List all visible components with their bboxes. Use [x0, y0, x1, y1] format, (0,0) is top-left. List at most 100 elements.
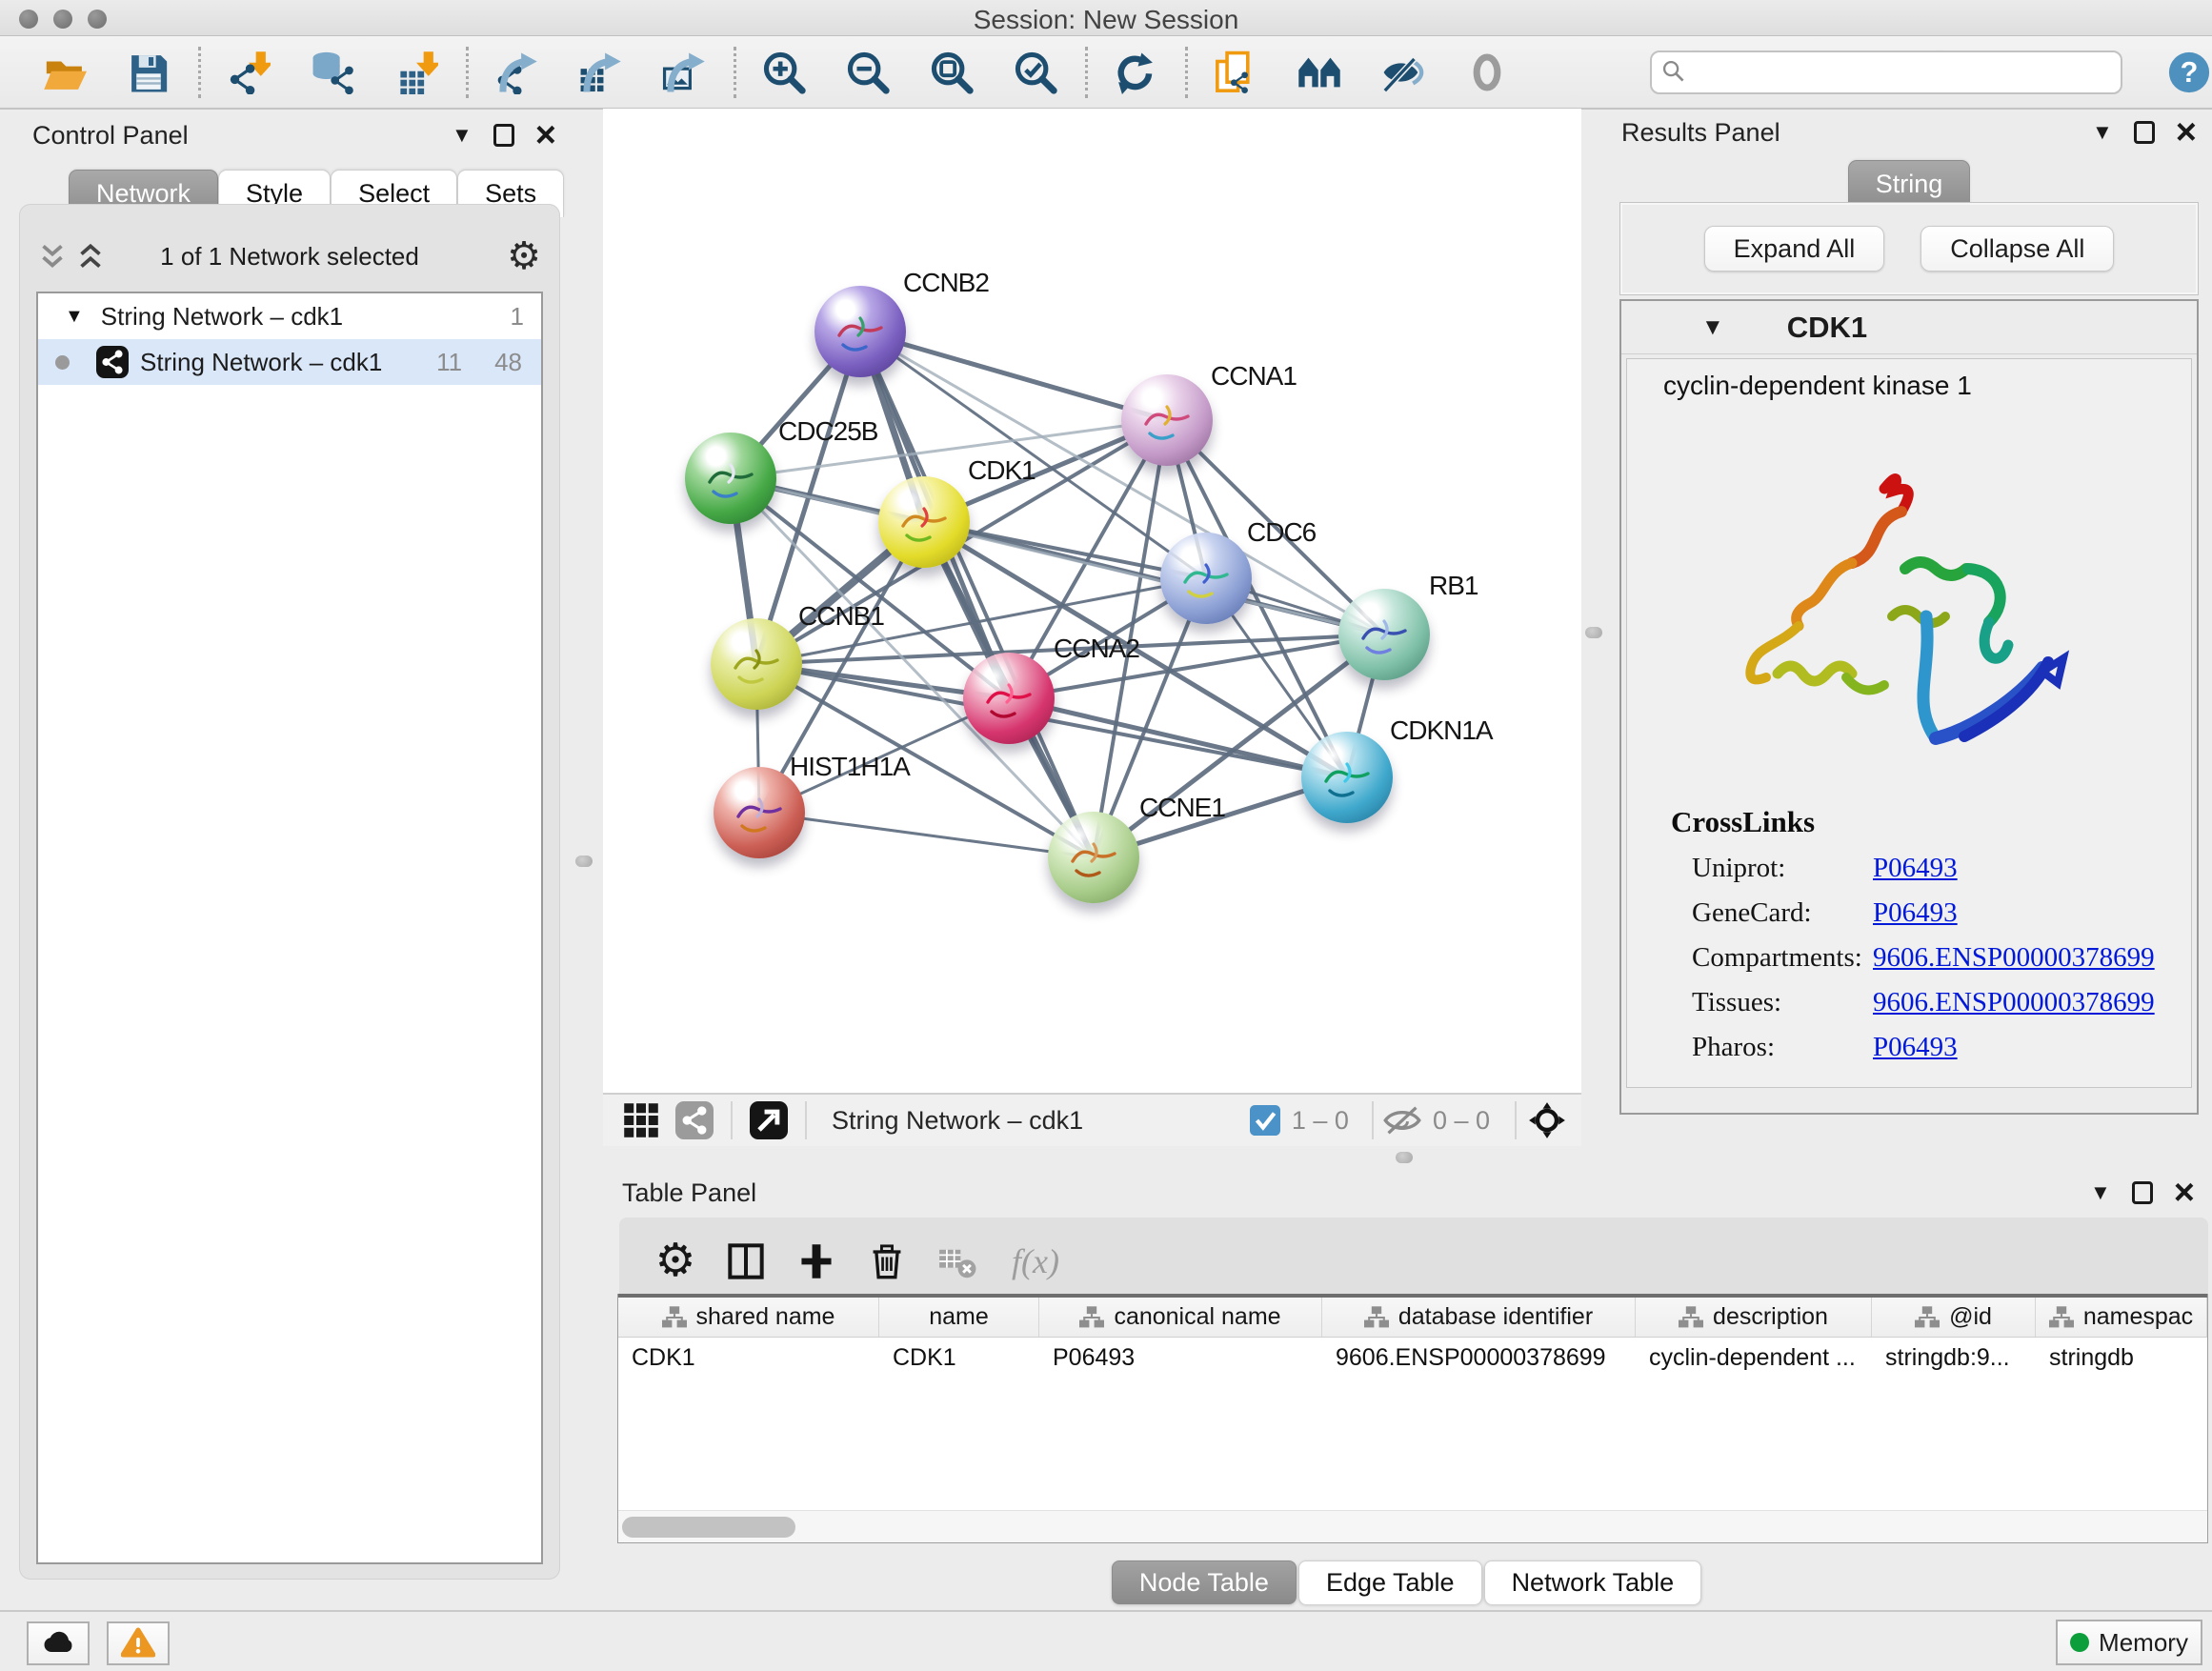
column-header-name[interactable]: name — [879, 1298, 1039, 1337]
splitter-handle[interactable] — [1396, 1152, 1413, 1163]
network-collection-row[interactable]: ▼ String Network – cdk1 1 — [38, 293, 541, 339]
table-gear-icon[interactable]: ⚙ — [654, 1239, 697, 1283]
network-row-selected[interactable]: String Network – cdk1 11 48 — [38, 339, 541, 385]
open-in-window-icon[interactable] — [750, 1101, 788, 1139]
import-network-button[interactable] — [226, 50, 271, 95]
collapse-all-button[interactable]: Collapse All — [1920, 226, 2114, 272]
network-node-CCNE1[interactable] — [1048, 812, 1139, 903]
network-node-CDK1[interactable] — [878, 476, 970, 568]
network-node-CDKN1A[interactable] — [1301, 732, 1393, 823]
export-image-button[interactable] — [661, 50, 707, 95]
scrollbar-thumb[interactable] — [622, 1517, 795, 1538]
crosslink-link[interactable]: 9606.ENSP00000378699 — [1873, 942, 2155, 974]
network-node-CCNA2[interactable] — [963, 653, 1055, 744]
network-node-CCNA1[interactable] — [1121, 374, 1213, 466]
horizontal-splitter[interactable] — [603, 1146, 1581, 1170]
help-button[interactable]: ? — [2166, 50, 2212, 95]
refresh-view-button[interactable] — [1113, 50, 1158, 95]
panel-menu-icon[interactable]: ▼ — [2092, 122, 2113, 143]
horizontal-scrollbar[interactable] — [618, 1510, 2207, 1542]
collapse-triangle-icon[interactable]: ▼ — [1701, 314, 1724, 341]
zoom-selected-button[interactable] — [1013, 50, 1058, 95]
hide-panels-button[interactable] — [1380, 50, 1426, 95]
results-panel: Results Panel ▼ × String Expand All Coll… — [1606, 109, 2212, 1170]
network-badge-icon[interactable] — [675, 1101, 714, 1139]
network-canvas[interactable]: CCNB2CCNA1CDC25BCDK1CDC6RB1CCNB1CCNA2CDK… — [603, 109, 1581, 1093]
column-header-namespac[interactable]: namespac — [2036, 1298, 2207, 1337]
gear-icon[interactable]: ⚙ — [507, 237, 541, 275]
warnings-button[interactable] — [107, 1621, 170, 1665]
show-panel-button[interactable] — [1464, 50, 1510, 95]
splitter-handle[interactable] — [575, 856, 593, 867]
import-table-button[interactable] — [393, 50, 439, 95]
gene-description: cyclin-dependent kinase 1 — [1663, 371, 1972, 401]
selected-count: 1 – 0 — [1292, 1106, 1349, 1136]
network-node-CDC6[interactable] — [1160, 533, 1252, 624]
crosslink-link[interactable]: P06493 — [1873, 853, 1958, 884]
network-node-RB1[interactable] — [1338, 589, 1430, 680]
crosslinks-heading: CrossLinks — [1671, 805, 2155, 839]
zoom-fit-button[interactable] — [929, 50, 975, 95]
memory-button[interactable]: Memory — [2056, 1620, 2202, 1665]
network-node-CDC25B[interactable] — [685, 433, 776, 524]
column-header-shared-name[interactable]: shared name — [618, 1298, 879, 1337]
open-file-button[interactable] — [42, 50, 88, 95]
add-column-icon[interactable] — [794, 1239, 838, 1283]
crosslink-link[interactable]: P06493 — [1873, 897, 1958, 929]
protein-thumbnail — [832, 307, 889, 364]
import-database-button[interactable] — [310, 50, 355, 95]
zoom-in-button[interactable] — [761, 50, 807, 95]
crosslink-link[interactable]: P06493 — [1873, 1032, 1958, 1063]
export-table-button[interactable] — [577, 50, 623, 95]
panel-close-icon[interactable]: × — [2176, 118, 2197, 147]
expand-all-button[interactable]: Expand All — [1704, 226, 1885, 272]
column-header-canonical-name[interactable]: canonical name — [1039, 1298, 1322, 1337]
cloud-button[interactable] — [27, 1621, 90, 1665]
right-splitter[interactable] — [1581, 109, 1606, 1170]
column-header-@id[interactable]: @id — [1872, 1298, 2036, 1337]
fit-content-crosshair-icon[interactable] — [1528, 1101, 1566, 1139]
network-overview-button[interactable] — [1297, 50, 1342, 95]
table-cell[interactable]: stringdb:9... — [1872, 1338, 2036, 1378]
table-cell[interactable]: stringdb — [2036, 1338, 2207, 1378]
save-session-button[interactable] — [126, 50, 171, 95]
tab-edge-table[interactable]: Edge Table — [1298, 1560, 1482, 1604]
show-columns-icon[interactable] — [724, 1239, 768, 1283]
zoom-out-button[interactable] — [845, 50, 891, 95]
tab-string[interactable]: String — [1848, 160, 1971, 208]
grid-view-icon[interactable] — [622, 1101, 660, 1139]
panel-close-icon[interactable]: × — [535, 121, 556, 150]
gene-header-row[interactable]: ▼ CDK1 — [1621, 301, 2197, 354]
network-node-CCNB1[interactable] — [711, 618, 802, 710]
column-header-description[interactable]: description — [1636, 1298, 1872, 1337]
delete-table-icon[interactable] — [935, 1239, 979, 1283]
table-cell[interactable]: CDK1 — [879, 1338, 1039, 1378]
tab-network-table[interactable]: Network Table — [1484, 1560, 1702, 1604]
search-field — [1650, 50, 2122, 94]
table-cell[interactable]: cyclin-dependent ... — [1636, 1338, 1872, 1378]
panel-float-icon[interactable] — [2132, 1181, 2153, 1204]
panel-close-icon[interactable]: × — [2174, 1178, 2195, 1207]
panel-menu-icon[interactable]: ▼ — [452, 125, 473, 146]
delete-column-icon[interactable] — [865, 1239, 909, 1283]
panel-float-icon[interactable] — [2134, 121, 2155, 144]
clone-network-button[interactable] — [1213, 50, 1258, 95]
table-cell[interactable]: 9606.ENSP00000378699 — [1322, 1338, 1636, 1378]
tab-node-table[interactable]: Node Table — [1112, 1560, 1297, 1604]
left-splitter[interactable] — [570, 109, 603, 1610]
table-cell[interactable]: CDK1 — [618, 1338, 879, 1378]
splitter-handle[interactable] — [1585, 627, 1602, 638]
hidden-eye-icon[interactable] — [1383, 1101, 1421, 1139]
panel-menu-icon[interactable]: ▼ — [2090, 1182, 2111, 1203]
table-row[interactable]: CDK1CDK1P064939606.ENSP00000378699cyclin… — [618, 1338, 2207, 1378]
table-cell[interactable]: P06493 — [1039, 1338, 1322, 1378]
search-input[interactable] — [1650, 50, 2122, 94]
function-builder-icon[interactable]: f(x) — [1012, 1241, 1059, 1281]
export-network-button[interactable] — [493, 50, 539, 95]
crosslink-link[interactable]: 9606.ENSP00000378699 — [1873, 987, 2155, 1018]
network-node-CCNB2[interactable] — [814, 286, 906, 377]
column-header-database-identifier[interactable]: database identifier — [1322, 1298, 1636, 1337]
selected-checkbox-icon[interactable] — [1250, 1105, 1280, 1136]
panel-float-icon[interactable] — [493, 124, 514, 147]
collapse-triangle-icon[interactable]: ▼ — [65, 306, 84, 328]
